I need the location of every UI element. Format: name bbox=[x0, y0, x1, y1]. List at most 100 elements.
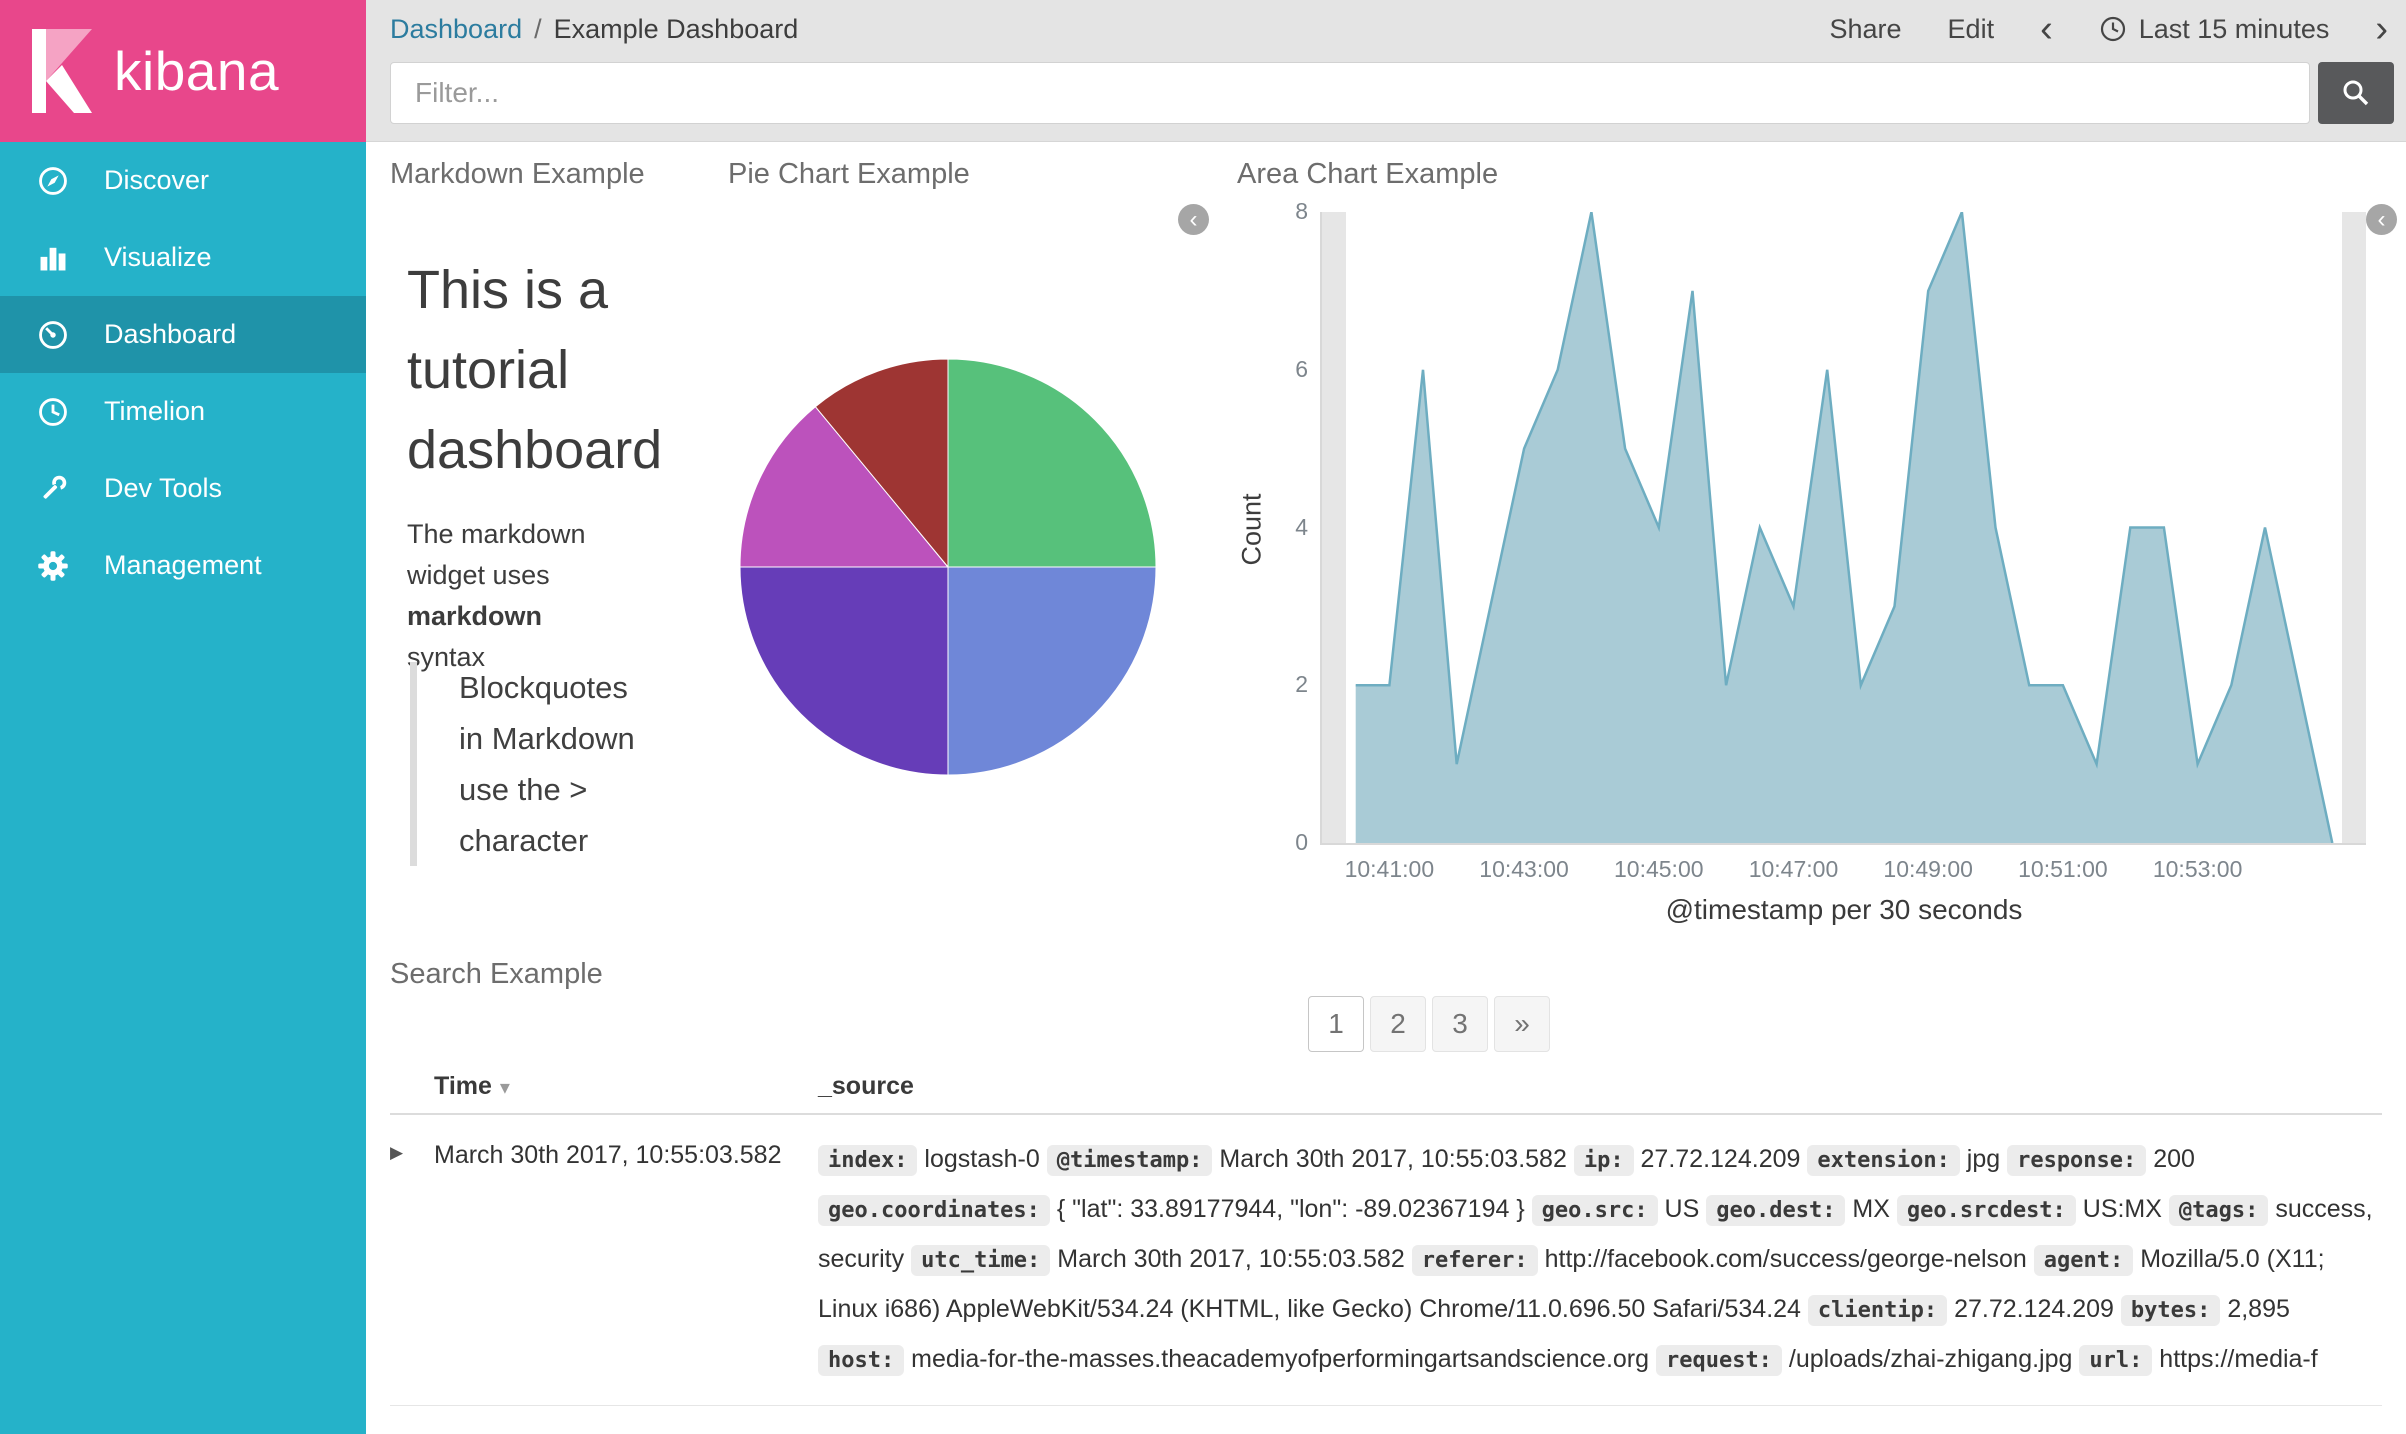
field-badge: url: bbox=[2079, 1345, 2153, 1376]
kibana-logo-text: kibana bbox=[114, 40, 280, 102]
doc-source: index: logstash-0 @timestamp: March 30th… bbox=[818, 1135, 2382, 1385]
page-button-2[interactable]: 2 bbox=[1370, 996, 1426, 1052]
field-badge: ip: bbox=[1573, 1145, 1634, 1176]
y-axis-tick-label: 0 bbox=[1295, 829, 1308, 855]
breadcrumb-separator: / bbox=[534, 13, 542, 44]
sidebar-item-label: Dev Tools bbox=[104, 473, 223, 503]
area-panel-expand-icon[interactable]: ‹ bbox=[2366, 204, 2397, 235]
sort-caret-icon: ▾ bbox=[499, 1077, 510, 1099]
x-axis-tick-label: 10:53:00 bbox=[2152, 856, 2243, 882]
time-forward-chevron-icon[interactable]: › bbox=[2375, 10, 2388, 48]
y-axis-tick-label: 2 bbox=[1295, 671, 1308, 698]
y-axis-tick-label: 8 bbox=[1295, 198, 1308, 224]
field-badge: geo.src: bbox=[1531, 1195, 1658, 1226]
kibana-logo-icon bbox=[32, 29, 92, 113]
search-icon bbox=[2343, 80, 2369, 106]
sidebar-item-management[interactable]: Management bbox=[0, 527, 366, 604]
field-badge: geo.srcdest: bbox=[1896, 1195, 2076, 1226]
dashboard-content: Markdown Example Pie Chart Example Area … bbox=[366, 142, 2406, 1434]
time-picker-label: Last 15 minutes bbox=[2138, 13, 2330, 44]
breadcrumb-dashboard-link[interactable]: Dashboard bbox=[390, 14, 522, 45]
filter-bar bbox=[366, 58, 2406, 128]
doc-time: March 30th 2017, 10:55:01.489 bbox=[434, 1426, 818, 1434]
x-axis-tick-label: 10:47:00 bbox=[1748, 856, 1839, 882]
sidebar-item-label: Management bbox=[104, 550, 262, 580]
pie-panel-expand-icon[interactable]: ‹ bbox=[1178, 204, 1209, 235]
markdown-blockquote: Blockquotes in Markdown use the > charac… bbox=[410, 662, 660, 866]
doc-expand-caret-icon[interactable]: ▶ bbox=[390, 1135, 434, 1385]
header: Dashboard / Example Dashboard Share Edit… bbox=[366, 0, 2406, 142]
sidebar-item-label: Dashboard bbox=[104, 319, 237, 349]
field-badge: bytes: bbox=[2120, 1295, 2221, 1326]
area-chart[interactable] bbox=[1322, 212, 2366, 843]
table-row: ▶ March 30th 2017, 10:55:03.582 index: log… bbox=[390, 1115, 2382, 1406]
visualize-icon bbox=[40, 247, 66, 270]
field-badge: agent: bbox=[2033, 1245, 2134, 1276]
field-badge: response: bbox=[2007, 1145, 2147, 1176]
field-badge: referer: bbox=[1411, 1245, 1538, 1276]
timelion-icon bbox=[39, 397, 67, 426]
clock-icon bbox=[2100, 16, 2125, 42]
field-badge: host: bbox=[818, 1345, 905, 1376]
table-row: ▶March 30th 2017, 10:55:01.489index: log… bbox=[390, 1406, 2382, 1434]
x-axis-tick-label: 10:49:00 bbox=[1883, 856, 1973, 882]
pie-chart[interactable] bbox=[738, 357, 1158, 777]
sidebar-item-discover[interactable]: Discover bbox=[0, 142, 366, 219]
filter-input[interactable] bbox=[390, 62, 2310, 124]
field-badge: @tags: bbox=[2168, 1195, 2269, 1226]
sidebar-item-dev-tools[interactable]: Dev Tools bbox=[0, 450, 366, 527]
column-header-source: _source bbox=[818, 1072, 914, 1100]
pie-slice-blue[interactable] bbox=[947, 566, 1157, 776]
markdown-heading: This is a tutorial dashboard bbox=[407, 260, 663, 480]
breadcrumb-bar: Dashboard / Example Dashboard Share Edit… bbox=[366, 0, 2406, 58]
doc-time: March 30th 2017, 10:55:03.582 bbox=[434, 1141, 782, 1169]
field-badge: @timestamp: bbox=[1046, 1145, 1213, 1176]
table-body: ▶ March 30th 2017, 10:55:03.582 index: log… bbox=[390, 1115, 2382, 1434]
table-header-row: Time ▾ _source bbox=[390, 1064, 2382, 1115]
sidebar: kibana Discover Visualize Dashboard Time… bbox=[0, 0, 366, 1434]
markdown-panel-title: Markdown Example bbox=[390, 158, 645, 190]
sidebar-item-visualize[interactable]: Visualize bbox=[0, 219, 366, 296]
edit-button[interactable]: Edit bbox=[1948, 14, 1995, 45]
field-badge: request: bbox=[1655, 1345, 1782, 1376]
kibana-logo[interactable]: kibana bbox=[0, 0, 366, 142]
time-picker-button[interactable]: Last 15 minutes bbox=[2099, 13, 2330, 45]
doc-expand-caret-icon[interactable]: ▶ bbox=[390, 1426, 434, 1434]
field-badge: geo.coordinates: bbox=[818, 1195, 1050, 1226]
page-button-3[interactable]: 3 bbox=[1432, 996, 1488, 1052]
discover-icon bbox=[39, 166, 67, 195]
sidebar-item-dashboard[interactable]: Dashboard bbox=[0, 296, 366, 373]
share-button[interactable]: Share bbox=[1829, 14, 1901, 45]
time-back-chevron-icon[interactable]: ‹ bbox=[2040, 10, 2053, 48]
field-badge: index: bbox=[818, 1145, 918, 1176]
y-axis-title: Count bbox=[1236, 493, 1267, 566]
dashboard-icon bbox=[39, 320, 67, 349]
column-header-time[interactable]: Time ▾ bbox=[434, 1072, 818, 1101]
x-axis-title: @timestamp per 30 seconds bbox=[1665, 894, 2023, 925]
area-panel-title: Area Chart Example bbox=[1237, 158, 1499, 190]
y-axis-tick-label: 6 bbox=[1295, 355, 1308, 382]
sidebar-item-label: Discover bbox=[104, 165, 210, 195]
breadcrumb-current-page: Example Dashboard bbox=[553, 13, 799, 44]
x-axis-tick-label: 10:45:00 bbox=[1614, 856, 1704, 882]
management-icon bbox=[38, 550, 68, 581]
page-button-next[interactable]: » bbox=[1494, 996, 1550, 1052]
page-button-1[interactable]: 1 bbox=[1308, 996, 1364, 1052]
search-pagination: 1 2 3 » bbox=[1308, 996, 1550, 1052]
x-axis-tick-label: 10:51:00 bbox=[2018, 856, 2108, 882]
field-badge: clientip: bbox=[1807, 1295, 1948, 1326]
search-button[interactable] bbox=[2318, 62, 2394, 124]
pie-panel-title: Pie Chart Example bbox=[728, 158, 970, 190]
dev-tools-icon bbox=[43, 475, 67, 499]
pie-slice-green[interactable] bbox=[947, 358, 1157, 568]
sidebar-item-label: Visualize bbox=[104, 242, 212, 272]
x-axis-line bbox=[1320, 843, 2366, 845]
markdown-body: The markdown widget uses markdown syntax bbox=[407, 519, 586, 672]
doc-source: index: logstash-0 @timestamp: March 30th… bbox=[818, 1426, 2382, 1434]
sidebar-item-label: Timelion bbox=[104, 396, 206, 426]
pie-slice-purple[interactable] bbox=[739, 566, 949, 776]
x-axis-tick-label: 10:43:00 bbox=[1479, 856, 1569, 882]
field-badge: extension: bbox=[1807, 1145, 1960, 1176]
sidebar-item-timelion[interactable]: Timelion bbox=[0, 373, 366, 450]
x-axis-tick-label: 10:41:00 bbox=[1344, 856, 1435, 882]
